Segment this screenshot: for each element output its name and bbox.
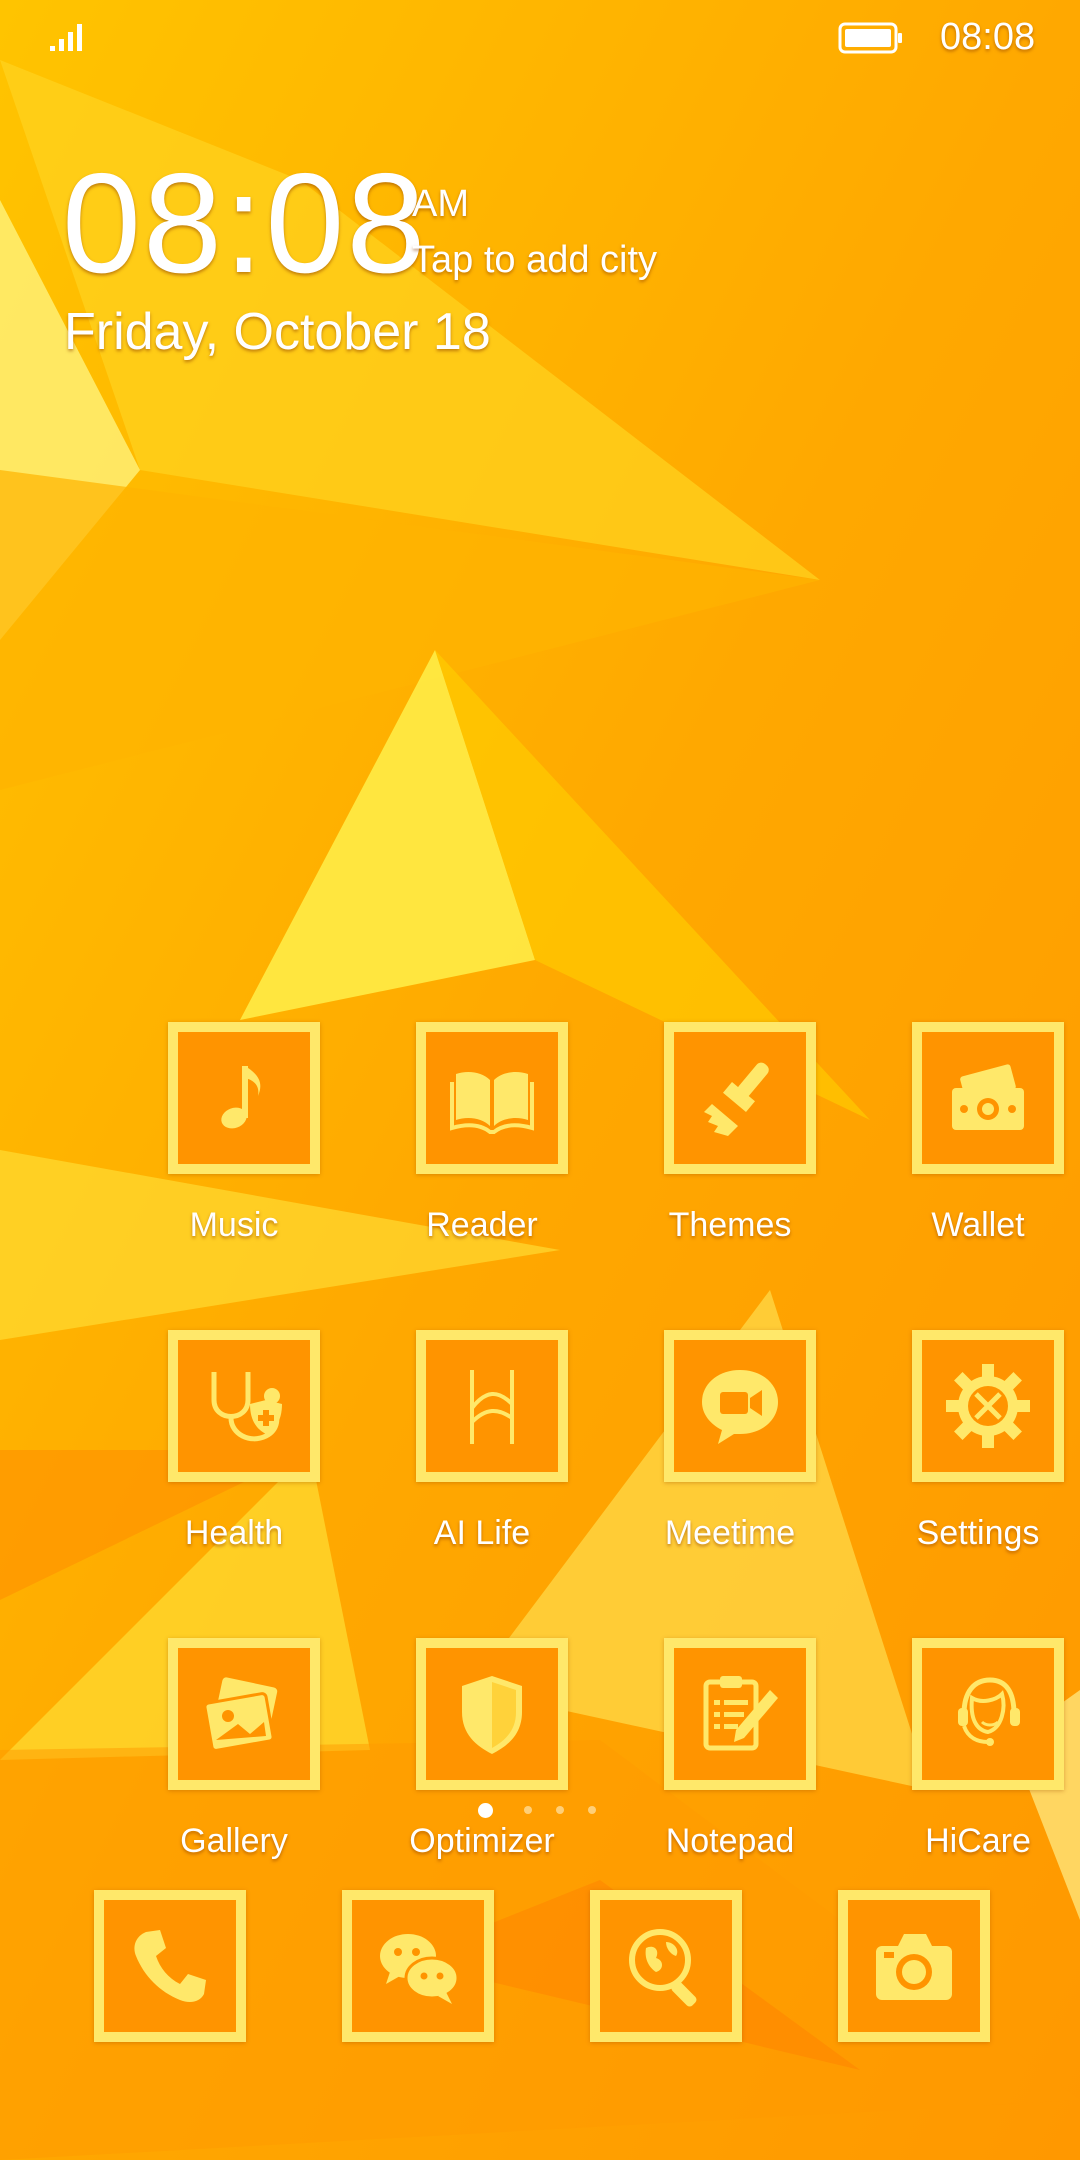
- app-reader[interactable]: Reader: [370, 1022, 570, 1254]
- app-ai-life[interactable]: AI Life: [370, 1330, 570, 1562]
- stethoscope-icon: [211, 1372, 282, 1442]
- ai-life-icon: [470, 1370, 514, 1444]
- dock-camera[interactable]: [838, 1890, 990, 2042]
- page-dot[interactable]: [588, 1806, 596, 1814]
- page-dot-active[interactable]: [478, 1803, 493, 1818]
- app-tile[interactable]: [912, 1638, 1064, 1790]
- photos-icon: [203, 1677, 278, 1752]
- app-label: Wallet: [931, 1206, 1025, 1244]
- app-music[interactable]: Music: [122, 1022, 322, 1254]
- dock-wechat[interactable]: [342, 1890, 494, 2042]
- video-chat-icon: [702, 1370, 778, 1444]
- app-health[interactable]: Health: [122, 1330, 322, 1562]
- wechat-icon: [380, 1934, 460, 2004]
- app-tile[interactable]: [664, 1330, 816, 1482]
- app-label: Themes: [668, 1206, 792, 1244]
- app-tile[interactable]: [168, 1330, 320, 1482]
- app-tile[interactable]: [912, 1330, 1064, 1482]
- clock-ampm: AM: [412, 183, 469, 225]
- music-note-icon: [221, 1066, 261, 1129]
- app-tile[interactable]: [664, 1638, 816, 1790]
- app-tile[interactable]: [168, 1022, 320, 1174]
- app-wallet[interactable]: Wallet: [866, 1022, 1066, 1254]
- page-indicator[interactable]: [478, 1802, 608, 1822]
- shield-icon: [462, 1676, 522, 1754]
- app-label: Music: [189, 1206, 279, 1244]
- app-notepad[interactable]: Notepad: [618, 1638, 818, 1870]
- app-tile[interactable]: [416, 1330, 568, 1482]
- browser-globe-icon: [629, 1929, 697, 2007]
- open-book-icon: [450, 1072, 534, 1134]
- app-label: Gallery: [180, 1822, 288, 1860]
- camera-icon: [876, 1934, 952, 2000]
- page-dot[interactable]: [524, 1806, 532, 1814]
- clock-time[interactable]: 08:08: [62, 144, 427, 304]
- wallet-cash-icon: [952, 1064, 1024, 1130]
- app-label: Optimizer: [409, 1822, 555, 1860]
- app-settings[interactable]: Settings: [866, 1330, 1066, 1562]
- app-optimizer[interactable]: Optimizer: [370, 1638, 570, 1870]
- dock-phone[interactable]: [94, 1890, 246, 2042]
- home-screen: 08:08 08:08 AM Tap to add city Friday, O…: [0, 0, 1080, 2160]
- dock-browser[interactable]: [590, 1890, 742, 2042]
- app-gallery[interactable]: Gallery: [122, 1638, 322, 1870]
- signal-icon: [50, 24, 82, 51]
- app-meetime[interactable]: Meetime: [618, 1330, 818, 1562]
- clock-date[interactable]: Friday, October 18: [64, 302, 491, 362]
- headset-support-icon: [958, 1677, 1020, 1746]
- app-hicare[interactable]: HiCare: [866, 1638, 1066, 1870]
- app-label: AI Life: [433, 1514, 531, 1552]
- paintbrush-icon: [704, 1062, 769, 1136]
- app-label: HiCare: [925, 1822, 1031, 1860]
- app-tile[interactable]: [664, 1022, 816, 1174]
- page-dot[interactable]: [556, 1806, 564, 1814]
- app-label: Settings: [916, 1514, 1040, 1552]
- app-themes[interactable]: Themes: [618, 1022, 818, 1254]
- app-label: Reader: [426, 1206, 538, 1244]
- gear-tools-icon: [946, 1364, 1030, 1448]
- app-tile[interactable]: [416, 1022, 568, 1174]
- app-tile[interactable]: [168, 1638, 320, 1790]
- status-bar-time: 08:08: [940, 16, 1036, 58]
- app-label: Health: [184, 1514, 284, 1552]
- clipboard-pencil-icon: [703, 1676, 778, 1751]
- app-tile[interactable]: [912, 1022, 1064, 1174]
- app-tile[interactable]: [416, 1638, 568, 1790]
- battery-icon: [838, 22, 902, 54]
- app-label: Meetime: [664, 1514, 796, 1552]
- add-city-link[interactable]: Tap to add city: [412, 237, 657, 283]
- phone-icon: [134, 1930, 206, 2002]
- app-label: Notepad: [665, 1822, 795, 1860]
